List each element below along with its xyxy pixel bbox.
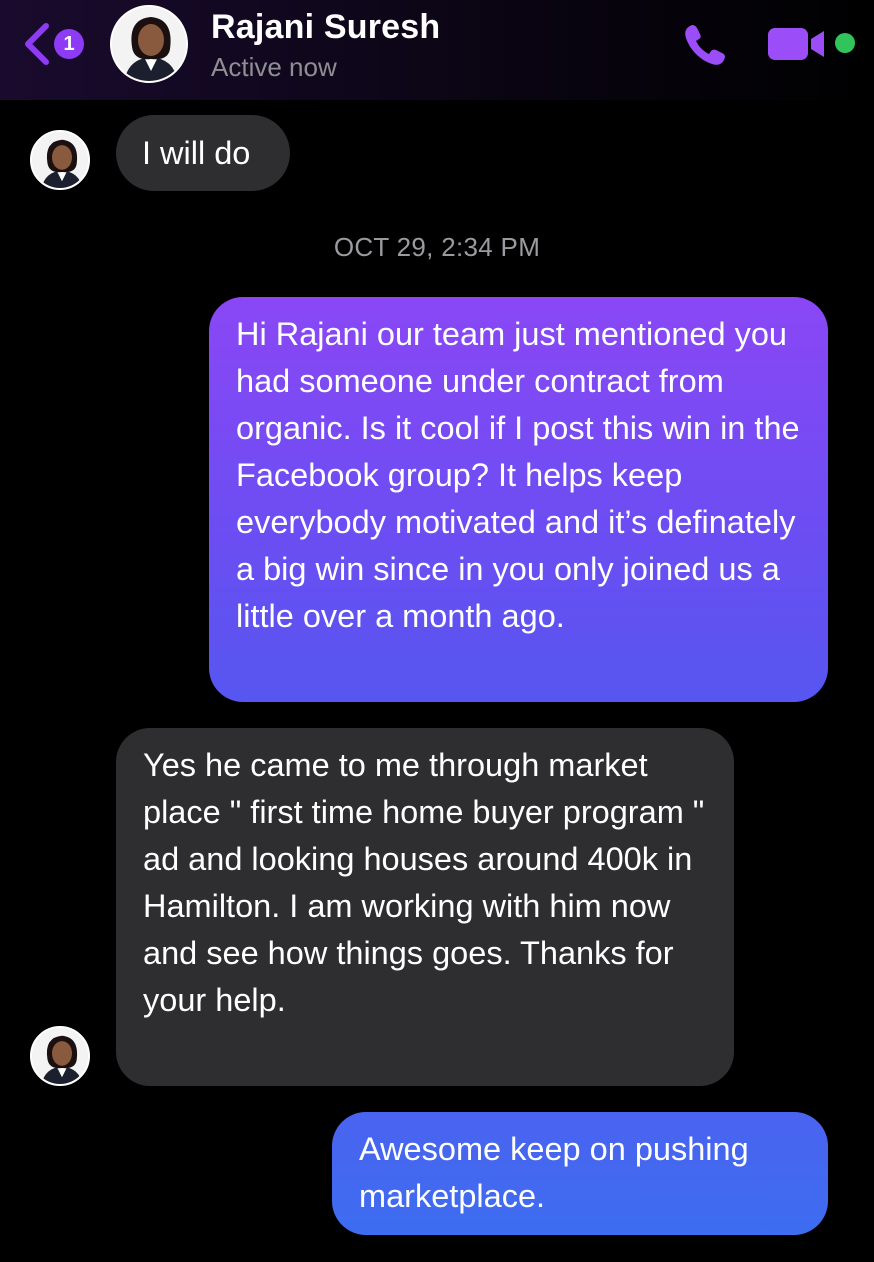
online-status-dot <box>835 33 855 53</box>
video-call-button[interactable] <box>768 26 830 67</box>
message-avatar[interactable] <box>30 130 90 190</box>
message-timestamp: OCT 29, 2:34 PM <box>333 232 541 262</box>
message-avatar[interactable] <box>30 1026 90 1086</box>
unread-count-badge: 1 <box>54 29 84 59</box>
conversation-header: 1 Rajani Suresh Active now <box>0 0 874 100</box>
contact-avatar[interactable] <box>110 5 188 83</box>
back-button[interactable]: 1 <box>22 22 84 66</box>
incoming-message[interactable]: Yes he came to me through market place "… <box>116 728 734 1086</box>
outgoing-message[interactable]: Hi Rajani our team just mentioned you ha… <box>209 297 828 702</box>
outgoing-message[interactable]: Awesome keep on pushing marketplace. <box>332 1112 828 1235</box>
back-chevron-icon <box>25 23 49 65</box>
phone-icon <box>685 25 725 65</box>
avatar-image <box>112 7 186 81</box>
contact-name[interactable]: Rajani Suresh <box>211 8 440 47</box>
avatar-image <box>32 132 88 188</box>
video-camera-icon <box>768 28 824 60</box>
avatar-image <box>32 1028 88 1084</box>
active-status: Active now <box>211 52 337 82</box>
audio-call-button[interactable] <box>680 20 730 75</box>
incoming-message[interactable]: I will do <box>116 115 290 191</box>
